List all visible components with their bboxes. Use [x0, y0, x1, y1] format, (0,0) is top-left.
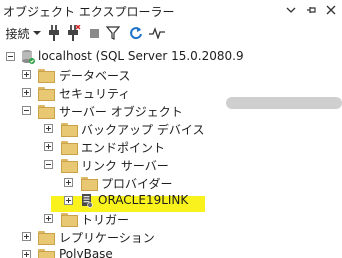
tree-node-label: エンドポイント	[81, 141, 166, 155]
linked-server-icon	[81, 194, 93, 211]
tree-node-server-objects[interactable]: サーバー オブジェクト	[0, 102, 342, 120]
tree-node-label: リンク サーバー	[81, 159, 169, 173]
folder-icon	[81, 177, 98, 191]
disconnect-icon[interactable]	[66, 24, 82, 42]
folder-icon	[38, 69, 55, 83]
tree-node-label: バックアップ デバイス	[81, 123, 205, 137]
close-icon[interactable]	[323, 2, 339, 18]
folder-icon	[38, 105, 55, 119]
object-explorer-tree: localhost (SQL Server 15.0.2080.9 データベース…	[0, 44, 342, 258]
pin-icon[interactable]	[303, 2, 319, 18]
tree-node-label: トリガー	[81, 213, 130, 227]
tree-node-replication[interactable]: レプリケーション	[0, 228, 342, 246]
tree-node-label: プロバイダー	[101, 177, 173, 191]
folder-icon	[38, 249, 55, 258]
expand-icon[interactable]	[22, 250, 31, 258]
tree-node-label: ORACLE19LINK	[98, 193, 189, 207]
folder-icon	[61, 213, 78, 227]
tree-node-label: localhost (SQL Server 15.0.2080.9	[38, 49, 244, 63]
chevron-down-icon	[32, 31, 41, 35]
tree-node-backup-devices[interactable]: バックアップ デバイス	[0, 120, 342, 138]
expand-icon[interactable]	[44, 124, 53, 133]
connect-plug-icon[interactable]	[46, 24, 62, 42]
folder-icon	[38, 231, 55, 245]
filter-icon[interactable]	[105, 24, 121, 42]
collapse-icon[interactable]	[22, 106, 31, 115]
toolbar: 接続	[0, 22, 342, 44]
expand-icon[interactable]	[22, 88, 31, 97]
tree-node-triggers[interactable]: トリガー	[0, 210, 342, 228]
tree-node-label: サーバー オブジェクト	[59, 105, 183, 119]
tree-node-root[interactable]: localhost (SQL Server 15.0.2080.9	[0, 48, 342, 66]
tree-node-linked-servers[interactable]: リンク サーバー	[0, 156, 342, 174]
folder-icon	[61, 141, 78, 155]
chevron-down-icon[interactable]	[283, 2, 299, 18]
expand-icon[interactable]	[64, 178, 73, 187]
folder-icon	[38, 87, 55, 101]
tree-node-label: PolyBase	[59, 247, 113, 258]
activity-monitor-icon[interactable]	[148, 24, 166, 42]
collapse-icon[interactable]	[6, 52, 15, 61]
tree-node-label: データベース	[59, 69, 131, 83]
folder-icon	[61, 123, 78, 137]
folder-icon	[61, 159, 78, 173]
tree-node-label: レプリケーション	[59, 231, 155, 245]
tree-node-providers[interactable]: プロバイダー	[0, 174, 342, 192]
title-bar: オブジェクト エクスプローラー	[0, 0, 342, 22]
tree-node-endpoints[interactable]: エンドポイント	[0, 138, 342, 156]
connect-dropdown[interactable]: 接続	[3, 24, 43, 42]
panel-title: オブジェクト エクスプローラー	[3, 5, 175, 19]
stop-icon[interactable]	[87, 24, 101, 42]
tree-node-oracle19link[interactable]: ORACLE19LINK	[0, 192, 342, 210]
tree-node-label: セキュリティ	[59, 87, 131, 101]
expand-icon[interactable]	[44, 142, 53, 151]
connect-label: 接続	[5, 26, 30, 41]
expand-icon[interactable]	[44, 214, 53, 223]
tree-node-security[interactable]: セキュリティ	[0, 84, 342, 102]
expand-icon[interactable]	[64, 196, 73, 205]
expand-icon[interactable]	[22, 70, 31, 79]
tree-node-polybase[interactable]: PolyBase	[0, 246, 342, 258]
tree-node-databases[interactable]: データベース	[0, 66, 342, 84]
expand-icon[interactable]	[22, 232, 31, 241]
collapse-icon[interactable]	[44, 160, 53, 169]
refresh-icon[interactable]	[128, 24, 144, 42]
